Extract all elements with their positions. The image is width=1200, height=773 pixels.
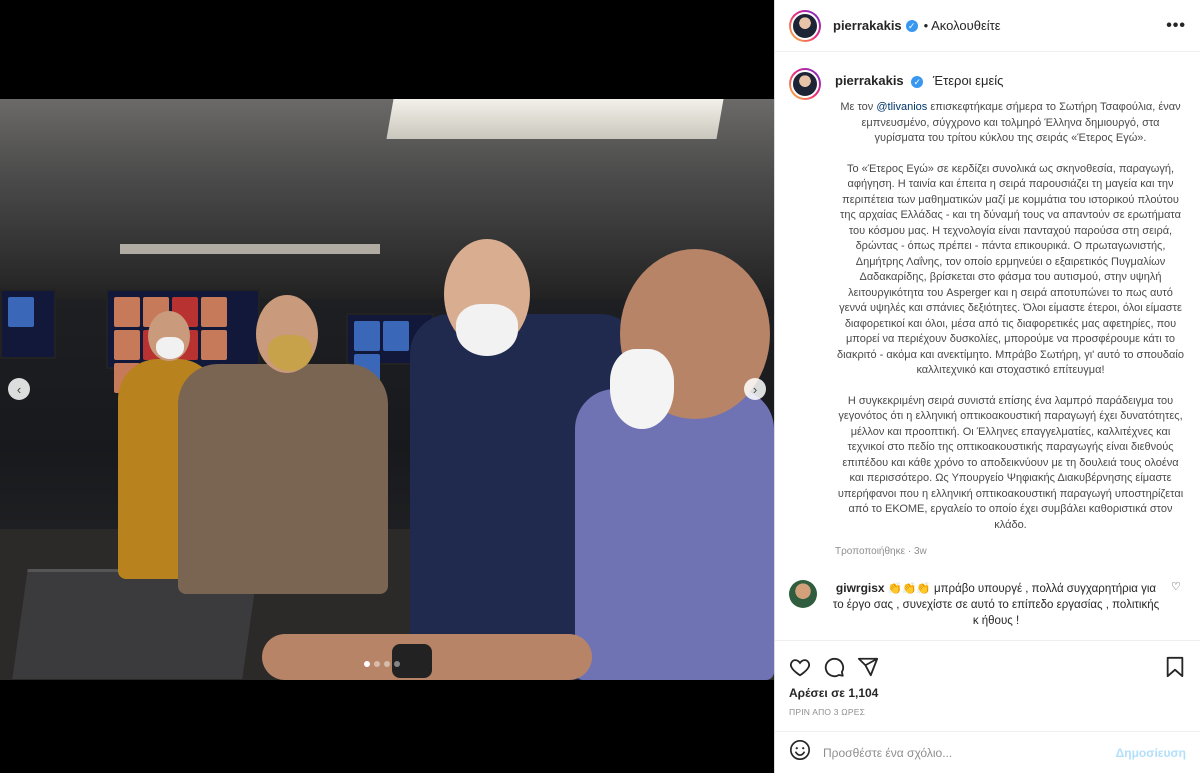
comments-scroll-area[interactable]: pierrakakis ✓ Έτεροι εμείς Με τον @tliva… [775,52,1200,640]
mention-link[interactable]: @tlivanios [876,101,927,113]
add-comment-bar: Δημοσίευση [775,731,1200,773]
caption-paragraph: Το «Έτερος Εγώ» σε κερδίζει συνολικά ως … [837,162,1184,377]
post-actions: Αρέσει σε 1,104 ΠΡΙΝ ΑΠΟ 3 ΩΡΕΣ Δημοσίευ… [775,640,1200,773]
carousel-dot [394,661,400,667]
photo-ceiling-strip [120,244,380,254]
chevron-left-icon: ‹ [16,381,22,397]
photo-screen-left [0,289,56,359]
carousel-prev-button[interactable]: ‹ [8,378,30,400]
edited-timestamp: Τροποποιήθηκε · 3w [835,546,927,557]
caption-paragraph: Η συγκεκριμένη σειρά συνιστά επίσης ένα … [837,394,1184,531]
comment-emojis: 👏👏👏 [887,582,931,595]
caption-author-avatar[interactable] [789,68,821,100]
post-header: pierrakakis ✓ • Ακολουθείτε ••• [775,0,1200,52]
commenter-avatar[interactable] [789,579,817,608]
share-send-icon[interactable] [855,654,881,680]
caption-verified-icon: ✓ [911,75,924,88]
smile-icon[interactable] [789,739,811,766]
author-username[interactable]: pierrakakis [833,18,902,33]
post-photo [0,99,774,680]
author-avatar[interactable] [789,9,821,42]
carousel-dot [374,661,380,667]
caption-paragraph: Με τον @tlivanios επισκεφτήκαμε σήμερα τ… [840,101,1181,144]
comment-input[interactable] [823,745,1116,760]
post-timestamp: ΠΡΙΝ ΑΠΟ 3 ΩΡΕΣ [789,707,866,717]
caption-subtitle: Έτεροι εμείς [932,73,1004,88]
chevron-right-icon: › [752,381,758,397]
bookmark-icon[interactable] [1162,654,1188,680]
commenter-username[interactable]: giwrgisx [836,581,885,595]
carousel-dot [364,661,370,667]
photo-ceiling-light [386,99,724,139]
comment-bubble-icon[interactable] [821,654,847,680]
post-media[interactable]: ‹ › [0,0,774,773]
comment-like-heart-icon[interactable]: ♡ [1171,580,1181,593]
publish-button[interactable]: Δημοσίευση [1116,746,1186,760]
caption-text: Με τον @tlivanios επισκεφτήκαμε σήμερα τ… [835,100,1186,533]
likes-count[interactable]: Αρέσει σε 1,104 [775,683,1200,703]
carousel-dot [384,661,390,667]
comment-text: giwrgisx 👏👏👏 μπράβο υπουργέ , πολλά συγχ… [831,580,1161,629]
carousel-indicator [364,661,400,667]
more-options-icon[interactable]: ••• [1166,17,1186,35]
caption-row: pierrakakis ✓ Έτεροι εμείς Με τον @tliva… [789,68,1186,560]
caption-header: pierrakakis ✓ Έτεροι εμείς [835,70,1186,92]
verified-badge-icon: ✓ [905,19,918,32]
like-heart-icon[interactable] [787,654,813,680]
caption-username[interactable]: pierrakakis [835,73,904,88]
comment-item: giwrgisx 👏👏👏 μπράβο υπουργέ , πολλά συγχ… [789,579,1186,629]
following-status[interactable]: • Ακολουθείτε [924,18,1001,33]
post-sidebar: pierrakakis ✓ • Ακολουθείτε ••• pierraka… [774,0,1200,773]
carousel-next-button[interactable]: › [744,378,766,400]
